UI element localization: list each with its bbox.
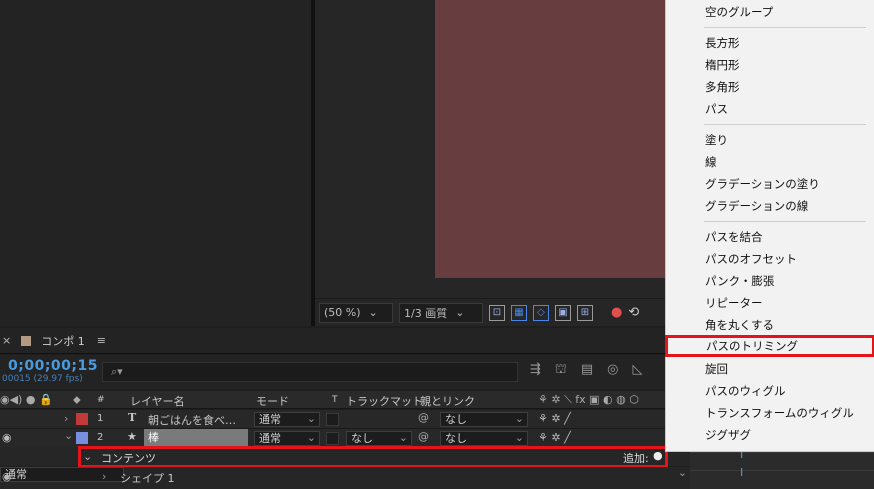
menu-item[interactable]: トランスフォームのウィグル bbox=[667, 402, 873, 424]
layer-switches[interactable]: ⚘ ✲ ╱ bbox=[538, 431, 571, 444]
text-layer-icon: T bbox=[128, 411, 137, 424]
menu-item[interactable]: パスのウィグル bbox=[667, 380, 873, 402]
zoom-value: (50 %) bbox=[324, 306, 361, 319]
preserve-transparency-toggle[interactable] bbox=[326, 413, 339, 426]
pickwhip-icon[interactable]: @ bbox=[418, 430, 431, 443]
resolution-select[interactable]: 1/3 画質 ⌄ bbox=[399, 302, 483, 323]
chevron-down-icon[interactable]: ⌄ bbox=[83, 450, 92, 463]
menu-item[interactable]: ジグザグ bbox=[667, 424, 873, 446]
layer-name-selected[interactable]: 棒 bbox=[144, 429, 248, 447]
chevron-down-icon: ⌄ bbox=[514, 431, 524, 444]
grid-guides-icon[interactable]: ⊞ bbox=[577, 304, 593, 321]
menu-item[interactable]: パスのオフセット bbox=[667, 248, 873, 270]
column-parent-link[interactable]: 親とリンク bbox=[420, 393, 475, 409]
menu-item[interactable]: 長方形 bbox=[667, 32, 873, 54]
menu-item[interactable]: 塗り bbox=[667, 129, 873, 151]
chevron-down-icon: ⌄ bbox=[677, 466, 687, 479]
layer-row[interactable]: › 1 T 朝ごはんを食べ… 通常 ⌄ @ なし ⌄ ⚘ ✲ ╱ bbox=[0, 410, 690, 429]
menu-item[interactable]: 線 bbox=[667, 151, 873, 173]
shape-layer-icon: ★ bbox=[127, 430, 137, 443]
contents-highlight-box[interactable]: ⌄ コンテンツ 追加: ● bbox=[78, 446, 668, 468]
search-icon: ⌕▾ bbox=[111, 365, 123, 378]
menu-item[interactable]: グラデーションの塗り bbox=[667, 173, 873, 195]
chevron-down-icon: ⌄ bbox=[368, 306, 378, 319]
chevron-down-icon[interactable]: ⌄ bbox=[64, 429, 73, 442]
layer-search-input[interactable]: ⌕▾ bbox=[102, 362, 518, 382]
frame-rate-readout: 00015 (29.97 fps) bbox=[2, 374, 83, 384]
column-track-matte[interactable]: トラックマット bbox=[346, 393, 423, 409]
menu-item-trim-paths[interactable]: パスのトリミング bbox=[665, 335, 874, 357]
chevron-down-icon: ⌄ bbox=[514, 412, 524, 425]
zoom-select[interactable]: (50 %) ⌄ bbox=[319, 302, 393, 323]
menu-item[interactable]: 多角形 bbox=[667, 76, 873, 98]
column-t: T bbox=[332, 395, 338, 405]
label-tag-icon: ⬥ bbox=[73, 393, 81, 406]
chevron-down-icon: ⌄ bbox=[306, 412, 316, 425]
switches-icons: ⚘ ✲ ⟍ fx ▣ ◐ ◍ ⬡ bbox=[538, 393, 639, 406]
track-matte-select[interactable]: なし ⌄ bbox=[346, 431, 412, 446]
column-layer-name[interactable]: レイヤー名 bbox=[130, 393, 185, 409]
color-channels-icon[interactable]: ● bbox=[611, 305, 622, 320]
av-features-icon: ◉◀) ● 🔒 bbox=[0, 393, 53, 406]
resolution-value: 1/3 画質 bbox=[404, 306, 448, 320]
motion-blur-icon[interactable]: ◎ bbox=[607, 362, 618, 379]
graph-editor-icon[interactable]: ◺ bbox=[633, 362, 643, 379]
chevron-down-icon: ⌄ bbox=[398, 431, 408, 444]
comp-mini-flowchart-icon[interactable]: ⇶ bbox=[530, 362, 541, 379]
layer-switches[interactable]: ⚘ ✲ ╱ bbox=[538, 412, 571, 425]
region-of-interest-icon[interactable]: ▣ bbox=[555, 304, 571, 321]
layer-label-color[interactable] bbox=[76, 413, 88, 425]
shape-group-label[interactable]: シェイプ 1 bbox=[120, 470, 175, 486]
shy-layers-icon[interactable]: ⛫ bbox=[555, 362, 567, 379]
timeline-switches: ⇶ ⛫ ▤ ◎ ◺ bbox=[530, 362, 643, 379]
parent-select[interactable]: なし ⌄ bbox=[440, 431, 528, 446]
chevron-right-icon[interactable]: › bbox=[102, 470, 106, 483]
layer-index: 1 bbox=[97, 413, 104, 424]
menu-item[interactable]: リピーター bbox=[667, 292, 873, 314]
reset-exposure-icon[interactable]: ⟲ bbox=[628, 305, 639, 320]
layer-label-color[interactable] bbox=[76, 432, 88, 444]
shape-group-row[interactable]: ◉ › シェイプ 1 通常 ⌄ bbox=[0, 466, 690, 489]
layer-name[interactable]: 朝ごはんを食べ… bbox=[148, 412, 236, 428]
panel-menu-icon[interactable]: ≡ bbox=[97, 334, 106, 347]
current-timecode[interactable]: 0;00;00;15 bbox=[8, 358, 98, 374]
menu-item[interactable]: パス bbox=[667, 98, 873, 120]
close-icon[interactable]: × bbox=[2, 334, 11, 347]
menu-item[interactable]: 空のグループ bbox=[667, 1, 873, 23]
pickwhip-icon[interactable]: @ bbox=[418, 411, 431, 424]
add-shape-menu: 空のグループ 長方形 楕円形 多角形 パス 塗り 線 グラデーションの塗り グラ… bbox=[665, 0, 874, 452]
comp-color-swatch bbox=[21, 335, 32, 346]
menu-item[interactable]: パスを結合 bbox=[667, 226, 873, 248]
comp-tab-title[interactable]: コンポ 1 bbox=[41, 333, 85, 349]
menu-item[interactable]: 角を丸くする bbox=[667, 314, 873, 336]
transparency-grid-icon[interactable]: ▦ bbox=[511, 304, 527, 321]
mask-path-icon[interactable]: ◇ bbox=[533, 304, 549, 321]
project-panel bbox=[0, 0, 311, 326]
eye-icon[interactable]: ◉ bbox=[2, 470, 12, 483]
menu-item[interactable]: パンク・膨張 bbox=[667, 270, 873, 292]
chevron-down-icon: ⌄ bbox=[455, 306, 465, 319]
blend-mode-select[interactable]: 通常 ⌄ bbox=[254, 412, 320, 427]
menu-item[interactable]: 楕円形 bbox=[667, 54, 873, 76]
contents-label[interactable]: コンテンツ bbox=[101, 450, 156, 466]
layer-columns-header: ◉◀) ● 🔒 ⬥ # レイヤー名 モード T トラックマット 親とリンク ⚘ … bbox=[0, 391, 690, 409]
add-label[interactable]: 追加: bbox=[623, 450, 649, 466]
current-time-indicator[interactable]: I bbox=[740, 466, 743, 479]
viewer-toolbar: (50 %) ⌄ 1/3 画質 ⌄ ⊡ ▦ ◇ ▣ ⊞ ● ⟲ bbox=[315, 298, 674, 326]
chevron-right-icon[interactable]: › bbox=[64, 412, 68, 425]
menu-item[interactable]: 旋回 bbox=[667, 358, 873, 380]
frame-blending-icon[interactable]: ▤ bbox=[581, 362, 593, 379]
column-mode[interactable]: モード bbox=[256, 393, 289, 409]
menu-item[interactable]: グラデーションの線 bbox=[667, 195, 873, 217]
composition-canvas[interactable] bbox=[435, 0, 667, 278]
snapshot-icon[interactable]: ⊡ bbox=[489, 304, 505, 321]
parent-select[interactable]: なし ⌄ bbox=[440, 412, 528, 427]
eye-icon[interactable]: ◉ bbox=[2, 431, 12, 444]
chevron-down-icon: ⌄ bbox=[306, 431, 316, 444]
blend-mode-select[interactable]: 通常 ⌄ bbox=[254, 431, 320, 446]
play-circle-icon[interactable]: ● bbox=[653, 449, 663, 462]
layer-index: 2 bbox=[97, 432, 104, 443]
column-number: # bbox=[97, 395, 105, 405]
preserve-transparency-toggle[interactable] bbox=[326, 432, 339, 445]
